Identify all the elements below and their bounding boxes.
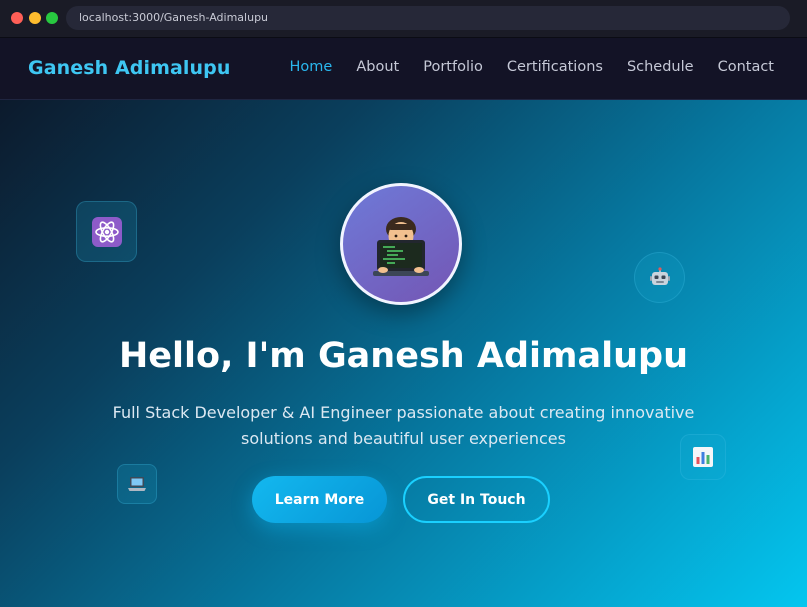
nav-item-contact[interactable]: Contact [718,59,774,75]
site-navbar: Ganesh Adimalupu Home About Portfolio Ce… [0,38,807,100]
atom-icon [76,201,137,262]
nav-item-certifications[interactable]: Certifications [507,59,603,75]
hero-section: Hello, I'm Ganesh Adimalupu Full Stack D… [0,100,807,607]
browser-chrome: localhost:3000/Ganesh-Adimalupu [0,0,807,38]
minimize-window-button[interactable] [29,12,41,24]
hero-title: Hello, I'm Ganesh Adimalupu [119,336,688,376]
close-window-button[interactable] [11,12,23,24]
nav-menu: Home About Portfolio Certifications Sche… [266,59,774,75]
nav-item-home[interactable]: Home [290,59,333,75]
address-bar[interactable]: localhost:3000/Ganesh-Adimalupu [66,6,790,30]
profile-avatar [340,183,462,305]
laptop-icon [117,464,157,504]
nav-item-schedule[interactable]: Schedule [627,59,694,75]
learn-more-button[interactable]: Learn More [252,476,387,523]
nav-item-portfolio[interactable]: Portfolio [423,59,483,75]
brand-logo[interactable]: Ganesh Adimalupu [28,57,230,79]
maximize-window-button[interactable] [46,12,58,24]
robot-icon [634,252,685,303]
hero-subtitle: Full Stack Developer & AI Engineer passi… [112,403,695,448]
technologist-icon [373,217,429,276]
get-in-touch-button[interactable]: Get In Touch [403,476,550,523]
nav-item-about[interactable]: About [356,59,399,75]
